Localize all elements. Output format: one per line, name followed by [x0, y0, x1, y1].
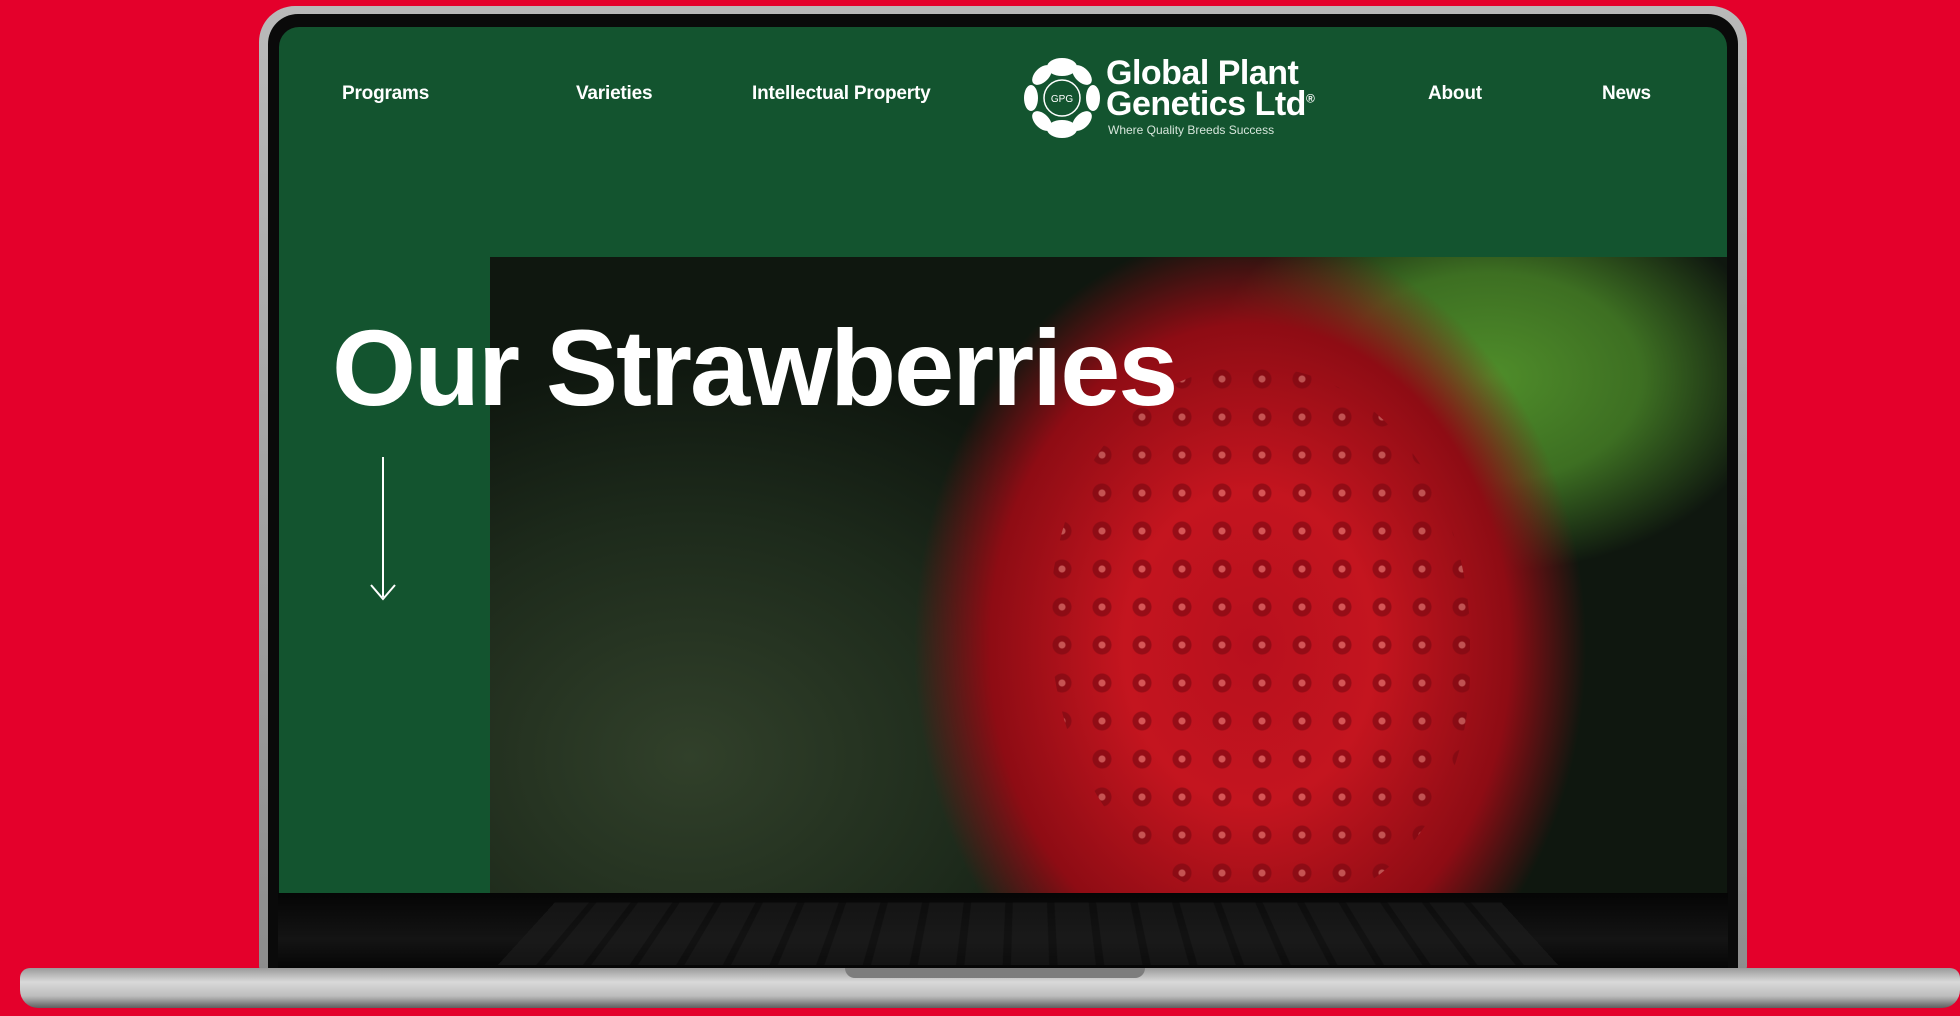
- top-navigation: Programs Varieties Intellectual Property…: [279, 27, 1727, 227]
- logo-name-line2: Genetics Ltd®: [1106, 85, 1314, 124]
- logo-mark-text: GPG: [1042, 91, 1082, 105]
- nav-varieties[interactable]: Varieties: [576, 83, 652, 105]
- logo-tagline: Where Quality Breeds Success: [1108, 123, 1274, 137]
- nav-programs[interactable]: Programs: [342, 83, 429, 105]
- website-screen: Programs Varieties Intellectual Property…: [279, 27, 1727, 893]
- keyboard-reflection: [278, 893, 1728, 970]
- svg-text:GPG: GPG: [1051, 94, 1073, 105]
- hero-title: Our Strawberries: [332, 305, 1176, 430]
- strawberry-seeds-texture: [1050, 367, 1470, 893]
- nav-intellectual-property[interactable]: Intellectual Property: [752, 83, 930, 105]
- laptop-base-notch: [845, 968, 1145, 978]
- nav-about[interactable]: About: [1428, 83, 1482, 105]
- arrow-down-icon[interactable]: [363, 457, 403, 607]
- nav-news[interactable]: News: [1602, 83, 1651, 105]
- site-logo[interactable]: GPG Global Plant Genetics Ltd® Where Qua…: [1018, 54, 1318, 144]
